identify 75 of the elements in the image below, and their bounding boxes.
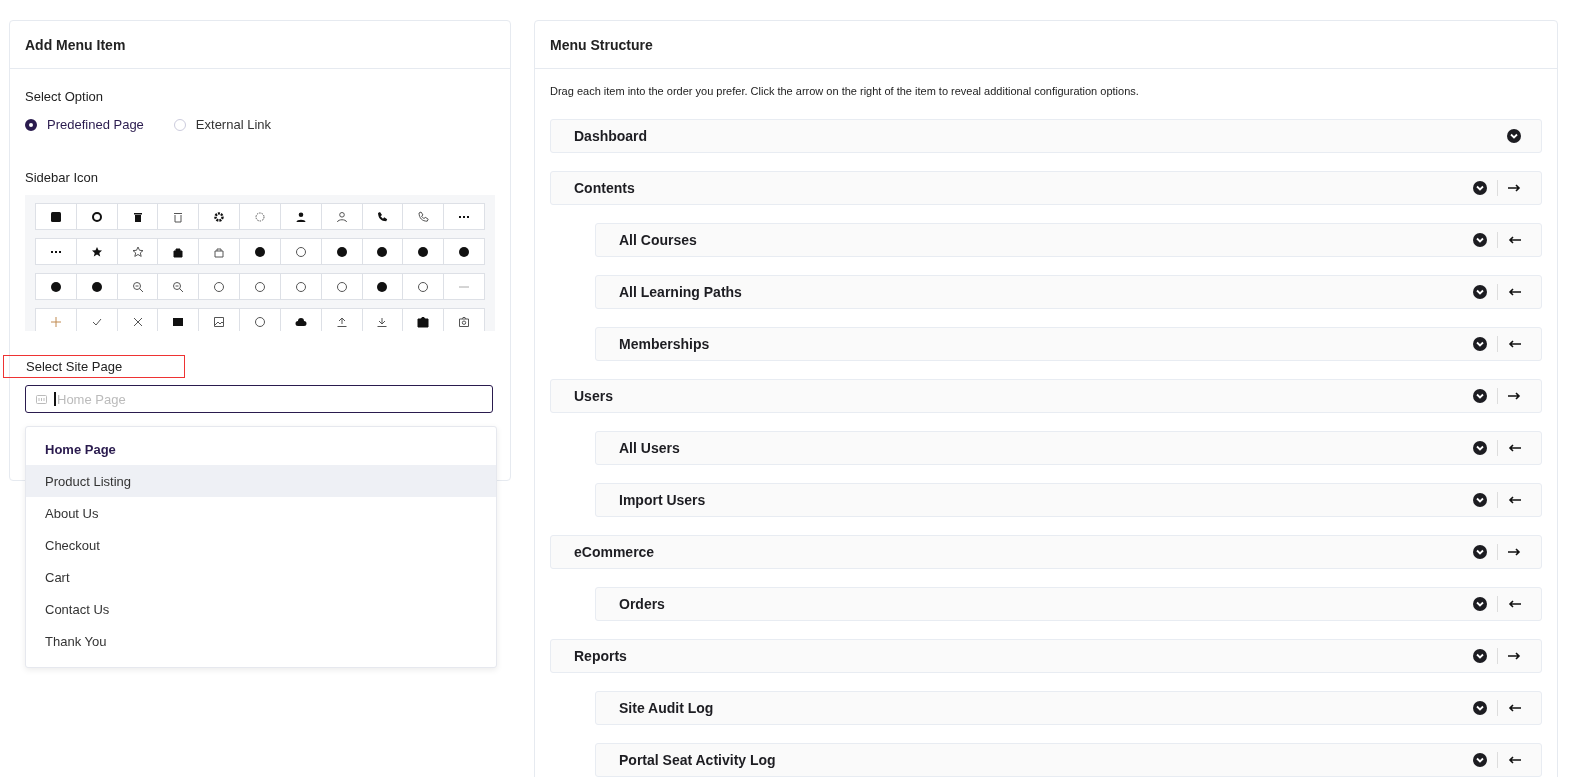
arrow-left-icon[interactable] — [1508, 288, 1521, 296]
chevron-down-icon[interactable] — [1473, 233, 1487, 247]
chevron-down-icon[interactable] — [1473, 337, 1487, 351]
chevron-down-icon[interactable] — [1473, 441, 1487, 455]
panel-title: Add Menu Item — [25, 36, 126, 53]
star-icon — [90, 245, 103, 258]
phone-icon — [376, 210, 389, 223]
arrow-left-icon[interactable] — [1508, 236, 1521, 244]
zoom-in-icon — [131, 280, 144, 293]
chevron-down-icon[interactable] — [1473, 649, 1487, 663]
gear-icon — [253, 210, 266, 223]
dropdown-option[interactable]: Checkout — [26, 529, 496, 561]
dropdown-option[interactable]: Contact Us — [26, 593, 496, 625]
menu-item[interactable]: Reports — [550, 639, 1542, 673]
dropdown-option[interactable]: Cart — [26, 561, 496, 593]
field-label: Select Site Page — [3, 355, 186, 378]
cloud-upload-icon — [294, 315, 307, 328]
camera-icon — [458, 315, 471, 328]
menu-item[interactable]: eCommerce — [550, 535, 1542, 569]
bag-icon — [213, 245, 226, 258]
arrow-right-icon[interactable] — [1508, 184, 1521, 192]
field-label: Sidebar Icon — [25, 170, 98, 185]
plus-icon — [49, 315, 62, 328]
menu-item[interactable]: Dashboard — [550, 119, 1542, 153]
chevron-down-icon[interactable] — [1473, 753, 1487, 767]
download-icon — [376, 315, 389, 328]
user-icon — [335, 210, 348, 223]
bag-icon — [172, 245, 185, 258]
radio-option[interactable]: External Link — [173, 117, 271, 132]
menu-item[interactable]: All Courses — [595, 223, 1542, 257]
menu-item[interactable]: Portal Seat Activity Log — [595, 743, 1542, 777]
gear-icon — [213, 210, 226, 223]
arrow-left-icon[interactable] — [1508, 756, 1521, 764]
trash-icon — [131, 210, 144, 223]
phone-icon — [417, 210, 430, 223]
camera-icon — [417, 315, 430, 328]
chevron-down-icon[interactable] — [1473, 285, 1487, 299]
panel-title: Menu Structure — [550, 36, 653, 53]
chevron-down-icon[interactable] — [1473, 181, 1487, 195]
arrow-left-icon[interactable] — [1508, 444, 1521, 452]
chevron-down-icon[interactable] — [1507, 129, 1521, 143]
menu-item[interactable]: All Learning Paths — [595, 275, 1542, 309]
arrow-right-icon[interactable] — [1508, 548, 1521, 556]
menu-item[interactable]: All Users — [595, 431, 1542, 465]
instruction-text: Drag each item into the order you prefer. Click the arrow on the right of the item to reveal additional configuration options. — [550, 85, 1140, 97]
dropdown-option[interactable]: About Us — [26, 497, 496, 529]
chevron-down-icon[interactable] — [1473, 493, 1487, 507]
radio-option[interactable]: Predefined Page — [25, 117, 144, 132]
chevron-down-icon[interactable] — [1473, 545, 1487, 559]
arrow-left-icon[interactable] — [1508, 704, 1521, 712]
star-icon — [131, 245, 144, 258]
chevron-down-icon[interactable] — [1473, 597, 1487, 611]
chevron-down-icon[interactable] — [1473, 701, 1487, 715]
chevron-down-icon[interactable] — [1473, 389, 1487, 403]
field-label: Select Option — [25, 89, 104, 104]
menu-item[interactable]: Contents — [550, 171, 1542, 205]
list-icon — [36, 394, 47, 404]
menu-item[interactable]: Memberships — [595, 327, 1542, 361]
dropdown-option[interactable]: Thank You — [26, 625, 496, 657]
arrow-left-icon[interactable] — [1508, 600, 1521, 608]
trash-icon — [172, 210, 185, 223]
arrow-left-icon[interactable] — [1508, 340, 1521, 348]
menu-item[interactable]: Orders — [595, 587, 1542, 621]
menu-item[interactable]: Import Users — [595, 483, 1542, 517]
arrow-left-icon[interactable] — [1508, 496, 1521, 504]
user-icon — [294, 210, 307, 223]
dropdown-option[interactable]: Home Page — [26, 433, 496, 465]
arrow-right-icon[interactable] — [1508, 652, 1521, 660]
dropdown-option[interactable]: Product Listing — [26, 465, 496, 497]
upload-icon — [335, 315, 348, 328]
menu-item[interactable]: Users — [550, 379, 1542, 413]
zoom-out-icon — [172, 280, 185, 293]
menu-item[interactable]: Site Audit Log — [595, 691, 1542, 725]
arrow-right-icon[interactable] — [1508, 392, 1521, 400]
close-icon — [131, 315, 144, 328]
